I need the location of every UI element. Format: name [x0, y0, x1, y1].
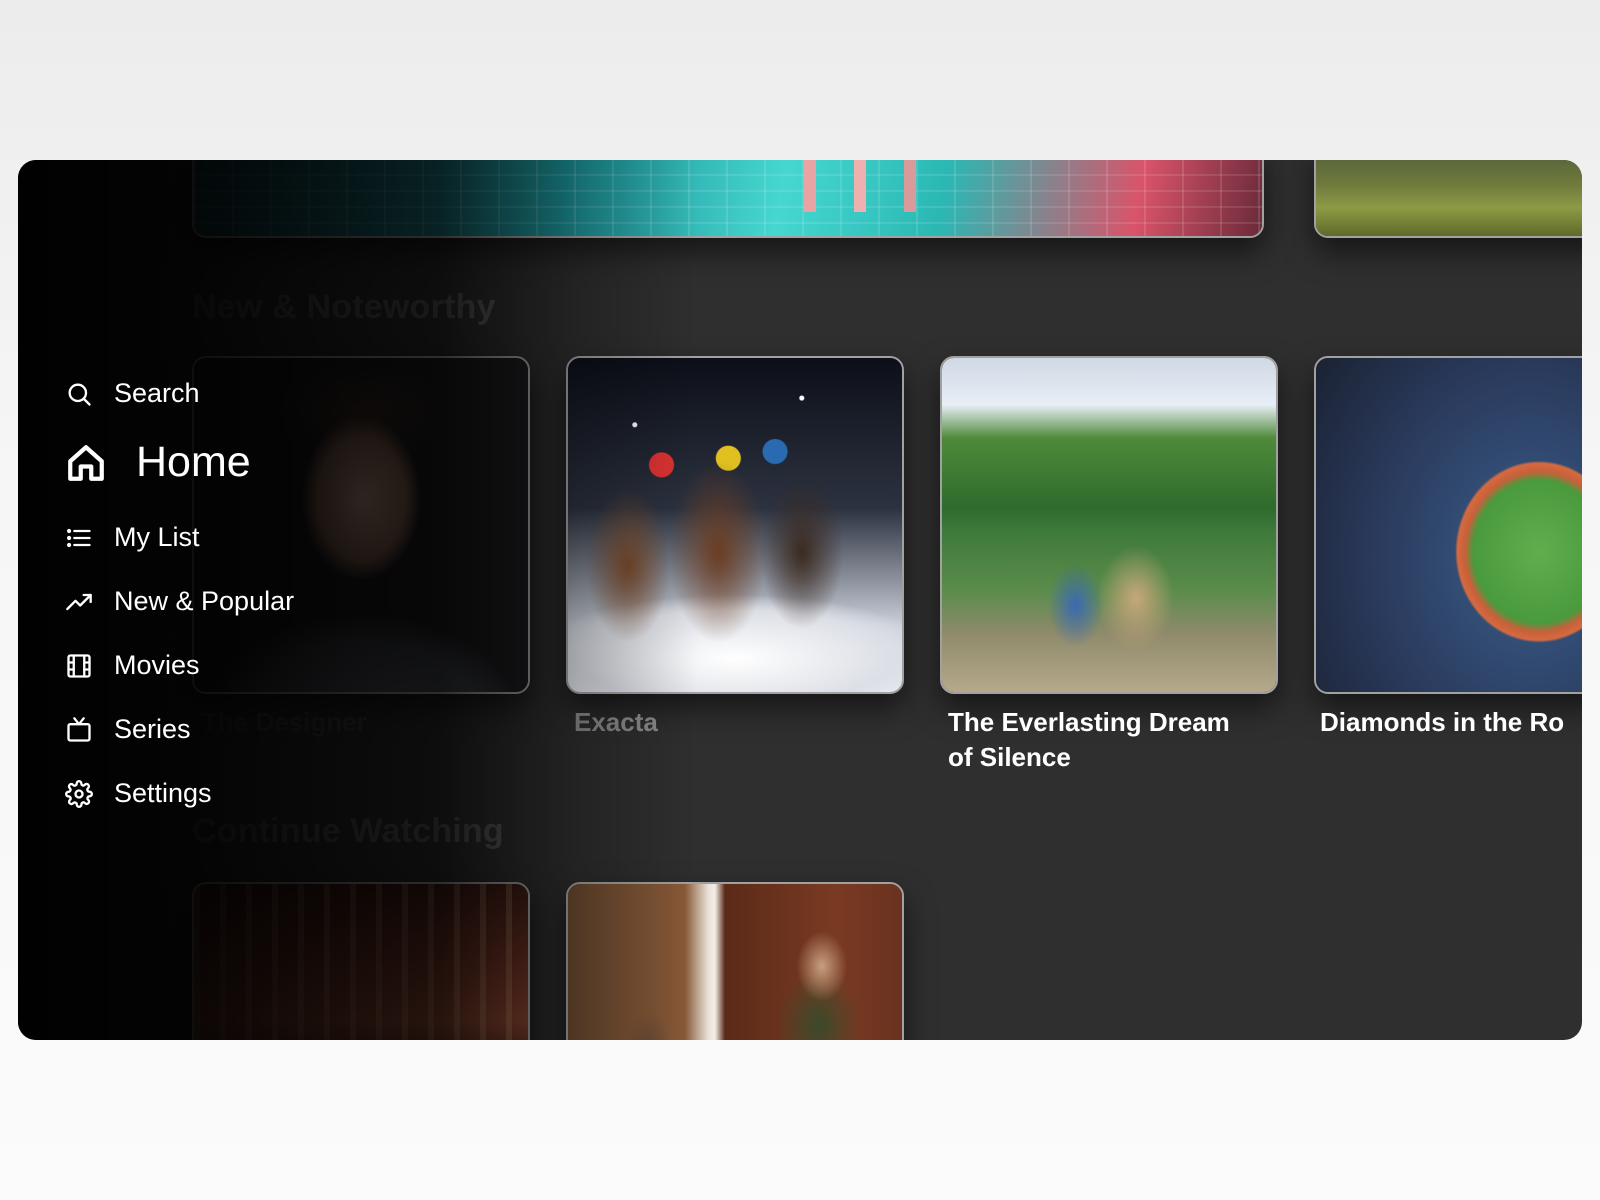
title-label: Exacta	[574, 707, 658, 737]
exacta-artwork	[568, 358, 902, 692]
nav-item-label: New & Popular	[114, 586, 295, 616]
continue-card-room[interactable]	[566, 882, 904, 1040]
everlasting-dream-artwork	[942, 358, 1276, 692]
cliff-artwork	[1316, 160, 1582, 236]
search-icon	[64, 379, 94, 409]
nav-item-label: Series	[114, 714, 191, 744]
side-navigation: Search Home My List New & Popular Movies	[64, 160, 484, 1040]
nav-item-search[interactable]: Search	[64, 378, 200, 409]
nav-item-label: Search	[114, 378, 200, 408]
nav-item-label: Movies	[114, 650, 200, 680]
nav-item-new-popular[interactable]: New & Popular	[64, 586, 294, 617]
title-label: The Everlasting Dream	[948, 707, 1230, 737]
nav-item-series[interactable]: Series	[64, 714, 191, 745]
gear-icon	[64, 779, 94, 809]
title-card-exacta[interactable]	[566, 356, 904, 694]
title-card-everlasting-dream[interactable]	[940, 356, 1278, 694]
nav-item-label: My List	[114, 522, 200, 552]
nav-item-home[interactable]: Home	[64, 438, 251, 487]
home-icon	[64, 441, 108, 485]
nav-item-my-list[interactable]: My List	[64, 522, 200, 553]
tv-icon	[64, 715, 94, 745]
nav-item-settings[interactable]: Settings	[64, 778, 212, 809]
tv-screen: New & Noteworthy The Designer Exacta The…	[18, 160, 1582, 1040]
title-label: Diamonds in the Ro	[1320, 707, 1565, 737]
nav-item-label: Settings	[114, 778, 212, 808]
list-icon	[64, 523, 94, 553]
title-label: of Silence	[948, 742, 1071, 772]
diamonds-artwork	[1316, 358, 1582, 692]
title-card-diamonds[interactable]	[1314, 356, 1582, 694]
hero-card-cliff[interactable]	[1314, 160, 1582, 238]
nav-item-label: Home	[136, 438, 251, 486]
film-icon	[64, 651, 94, 681]
room-artwork	[568, 884, 902, 1040]
trending-icon	[64, 587, 94, 617]
nav-item-movies[interactable]: Movies	[64, 650, 200, 681]
